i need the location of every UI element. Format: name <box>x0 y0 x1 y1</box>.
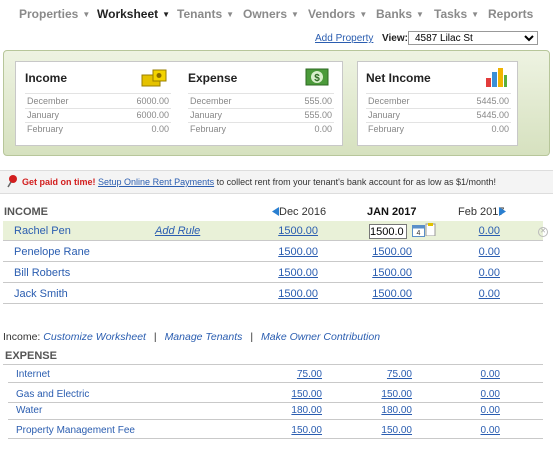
add-rule-link[interactable]: Add Rule <box>155 225 200 237</box>
feb-amount[interactable]: 0.00 <box>440 267 500 279</box>
tenant-name[interactable]: Penelope Rane <box>14 246 90 258</box>
expense-row: January 555.00 <box>190 110 332 120</box>
view-label: View: <box>382 33 408 44</box>
table-row: Jack Smith 1500.00 1500.00 0.00 <box>3 284 543 304</box>
table-row: Gas and Electric 150.00 150.00 0.00 <box>8 385 543 403</box>
manage-tenants-link[interactable]: Manage Tenants <box>165 331 243 343</box>
feb-amount[interactable]: 0.00 <box>440 389 500 400</box>
net-income-title: Net Income <box>366 71 431 85</box>
setup-online-rent-link[interactable]: Setup Online Rent Payments <box>98 177 214 187</box>
dec-amount[interactable]: 180.00 <box>262 405 322 416</box>
net-row: February 0.00 <box>368 124 509 134</box>
prev-month-header: Dec 2016 <box>279 206 327 218</box>
property-select[interactable]: 4587 Lilac St <box>408 31 538 45</box>
income-row: December 6000.00 <box>27 96 169 106</box>
separator: | <box>153 331 157 343</box>
expense-row: December 555.00 <box>190 96 332 106</box>
income-row: February 0.00 <box>27 124 169 134</box>
nav-vendors[interactable]: Vendors ▼ <box>308 7 367 21</box>
dec-amount[interactable]: 1500.00 <box>258 225 318 237</box>
add-property-link[interactable]: Add Property <box>315 33 373 44</box>
dollar-bill-icon: $ <box>305 68 329 86</box>
jan-amount[interactable]: 1500.00 <box>352 267 412 279</box>
nav-banks[interactable]: Banks ▼ <box>376 7 424 21</box>
dec-amount[interactable]: 150.00 <box>262 389 322 400</box>
nav-reports[interactable]: Reports <box>488 7 537 21</box>
expense-name[interactable]: Property Management Fee <box>16 425 135 436</box>
separator: | <box>250 331 254 343</box>
top-nav: Properties ▼ Worksheet ▼ Tenants ▼ Owners ▼ … <box>0 0 553 28</box>
expense-title: Expense <box>188 71 238 85</box>
nav-properties[interactable]: Properties ▼ <box>19 7 90 21</box>
table-row: Bill Roberts 1500.00 1500.00 0.00 <box>3 263 543 283</box>
money-bag-icon <box>141 69 167 87</box>
feb-amount[interactable]: 0.00 <box>440 225 500 237</box>
feb-amount[interactable]: 0.00 <box>440 288 500 300</box>
net-income-card: Net Income December 5445.00 January 5445.0… <box>357 61 518 146</box>
income-row: January 6000.00 <box>27 110 169 120</box>
feb-amount[interactable]: 0.00 <box>440 425 500 436</box>
expense-name[interactable]: Water <box>16 405 42 416</box>
dec-amount[interactable]: 150.00 <box>262 425 322 436</box>
svg-text:$: $ <box>314 73 320 84</box>
customize-worksheet-link[interactable]: Customize Worksheet <box>43 331 146 343</box>
owner-contribution-link[interactable]: Make Owner Contribution <box>261 331 380 343</box>
jan-amount[interactable]: 180.00 <box>352 405 412 416</box>
net-row: December 5445.00 <box>368 96 509 106</box>
dec-amount[interactable]: 1500.00 <box>258 246 318 258</box>
calendar-icon[interactable]: 4 <box>412 224 426 237</box>
dec-amount[interactable]: 75.00 <box>262 369 322 380</box>
tenant-name[interactable]: Rachel Pen <box>14 225 71 237</box>
jan-amount[interactable]: 1500.00 <box>352 288 412 300</box>
nav-owners[interactable]: Owners ▼ <box>243 7 299 21</box>
feb-amount[interactable]: 0.00 <box>440 369 500 380</box>
jan-amount[interactable]: 75.00 <box>352 369 412 380</box>
next-month-header: Feb 2017 <box>458 206 505 218</box>
close-icon[interactable]: ✕ <box>538 227 548 237</box>
promo-text: Get paid on time! Setup Online Rent Paym… <box>22 177 496 187</box>
promo-bold: Get paid on time! <box>22 177 96 187</box>
table-row: Property Management Fee 150.00 150.00 0.… <box>8 421 543 439</box>
jan-amount[interactable]: 1500.00 <box>352 246 412 258</box>
jan-amount-input[interactable] <box>369 224 407 239</box>
income-links-prefix: Income: <box>3 331 41 343</box>
feb-amount[interactable]: 0.00 <box>440 405 500 416</box>
table-row: Water 180.00 180.00 0.00 <box>8 402 543 420</box>
net-row: January 5445.00 <box>368 110 509 120</box>
nav-tenants[interactable]: Tenants ▼ <box>177 7 234 21</box>
tenant-name[interactable]: Jack Smith <box>14 288 68 300</box>
table-row: Penelope Rane 1500.00 1500.00 0.00 <box>3 242 543 262</box>
tenant-name[interactable]: Bill Roberts <box>14 267 70 279</box>
income-title: Income <box>25 71 68 85</box>
income-expense-card: Income Expense $ December 6000.00 January… <box>15 61 343 146</box>
pin-icon <box>7 175 17 188</box>
dec-amount[interactable]: 1500.00 <box>258 288 318 300</box>
current-month-header: JAN 2017 <box>367 206 417 218</box>
table-row: Rachel Pen Add Rule 1500.00 4 0.00 <box>3 221 543 241</box>
feb-amount[interactable]: 0.00 <box>440 246 500 258</box>
nav-worksheet[interactable]: Worksheet ▼ <box>97 7 170 21</box>
bar-chart-icon <box>486 68 507 87</box>
expense-name[interactable]: Internet <box>16 369 50 380</box>
expense-name[interactable]: Gas and Electric <box>16 389 89 400</box>
jan-amount[interactable]: 150.00 <box>352 389 412 400</box>
jan-amount[interactable]: 150.00 <box>352 425 412 436</box>
table-row: Internet 75.00 75.00 0.00 <box>8 365 543 383</box>
dec-amount[interactable]: 1500.00 <box>258 267 318 279</box>
svg-text:4: 4 <box>417 230 421 237</box>
nav-tasks[interactable]: Tasks ▼ <box>434 7 479 21</box>
next-arrow-icon[interactable] <box>499 207 507 216</box>
expense-row: February 0.00 <box>190 124 332 134</box>
note-icon[interactable] <box>425 223 439 236</box>
promo-rest: to collect rent from your tenant's bank … <box>216 177 496 187</box>
income-links: Income: Customize Worksheet | Manage Ten… <box>3 331 380 343</box>
expense-heading: EXPENSE <box>5 350 57 362</box>
income-heading: INCOME <box>4 206 48 218</box>
